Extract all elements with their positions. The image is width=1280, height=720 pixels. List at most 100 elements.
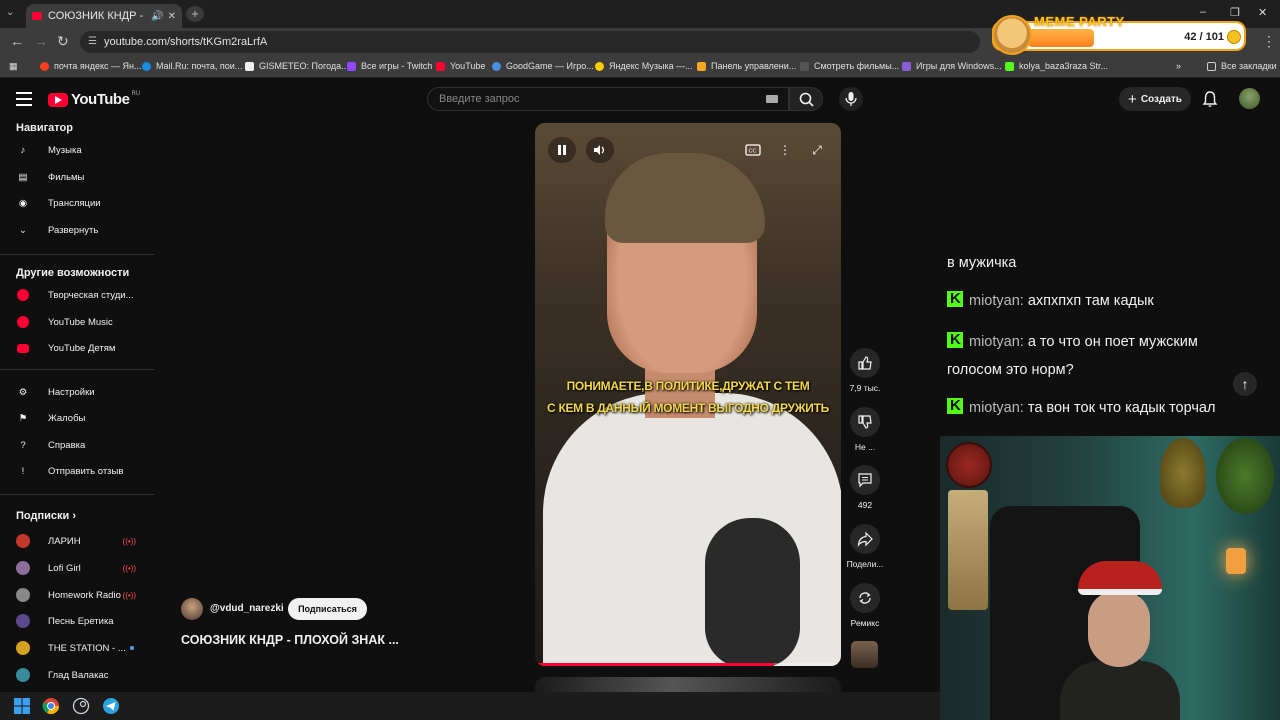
sidebar-item-label: Справка (48, 439, 86, 451)
sidebar-item-settings[interactable]: ⚙ Настройки (16, 379, 154, 405)
maximize-icon[interactable]: ❐ (1230, 6, 1240, 19)
remix-button[interactable]: Ремикс (845, 583, 885, 628)
bookmark-item[interactable]: почта яндекс — Ян... (40, 61, 142, 71)
bookmark-item[interactable]: Игры для Windows... (902, 61, 1002, 71)
pause-button[interactable] (548, 137, 576, 163)
volume-button[interactable] (586, 137, 614, 163)
sidebar-item-label: Музыка (48, 144, 82, 156)
sidebar-item-help[interactable]: ? Справка (16, 432, 154, 458)
channel-avatar[interactable] (181, 598, 203, 620)
sidebar-item-yt-kids[interactable]: YouTube Детям (16, 335, 154, 361)
voice-search-button[interactable] (839, 87, 863, 111)
doge-icon (992, 15, 1032, 55)
sidebar-item-films[interactable]: ▤ Фильмы (16, 164, 154, 190)
browser-tab[interactable]: СОЮЗНИК КНДР - ПЛОХО 🔊 ✕ (26, 4, 182, 28)
browser-menu-icon[interactable]: ⋮ (1262, 33, 1276, 50)
keyboard-icon[interactable] (766, 95, 778, 103)
sidebar-sub-larin[interactable]: ЛАРИН ((•)) (16, 528, 154, 554)
back-icon[interactable]: ← (10, 33, 24, 49)
sidebar-item-expand[interactable]: ⌄ Развернуть (16, 217, 154, 243)
sidebar-item-studio[interactable]: Творческая студи... (16, 282, 154, 308)
youtube-logo[interactable]: YouTube RU (48, 91, 140, 108)
telegram-icon[interactable] (102, 697, 120, 715)
bookmark-item[interactable]: GoodGame — Игро... (492, 61, 594, 71)
sidebar-divider (0, 369, 154, 370)
sidebar-sub-valakas[interactable]: Глад Валакас (16, 662, 154, 688)
yandex-music-icon (595, 61, 604, 71)
help-icon: ? (20, 439, 26, 451)
sidebar-sub-homework[interactable]: Homework Radio ((•)) (16, 582, 154, 608)
music-note-icon: ♪ (20, 144, 26, 156)
channel-name[interactable]: @vdud_narezki (210, 603, 284, 614)
sidebar-sub-heretic[interactable]: Песнь Еретика (16, 608, 154, 634)
bell-icon (1202, 91, 1218, 107)
account-avatar[interactable] (1239, 88, 1260, 109)
sidebar-item-music[interactable]: ♪ Музыка (16, 137, 154, 163)
scroll-icon (948, 490, 988, 610)
all-bookmarks[interactable]: Все закладки (1207, 61, 1277, 71)
bookmark-item[interactable]: YouTube (436, 61, 485, 71)
bookmark-item[interactable]: Панель управлени... (697, 61, 796, 71)
bookmark-label: kolya_baza3raza Str... (1019, 61, 1109, 71)
microphone-icon (845, 92, 857, 106)
subscriptions-heading[interactable]: Подписки › (16, 510, 76, 522)
bookmark-item[interactable]: Яндекс Музыка —... (595, 61, 693, 71)
bookmark-item[interactable]: Смотреть фильмы... (800, 61, 899, 71)
new-tab-button[interactable]: + (186, 6, 204, 22)
audio-icon[interactable]: 🔊 (151, 11, 163, 22)
bookmark-item[interactable]: kolya_baza3raza Str... (1005, 61, 1108, 71)
shorts-video-player[interactable]: ПОНИМАЕТЕ,В ПОЛИТИКЕ,ДРУЖАТ С ТЕМ С КЕМ … (535, 123, 841, 666)
forward-icon[interactable]: → (34, 33, 48, 49)
captions-button[interactable]: CC (739, 137, 767, 163)
bookmark-item[interactable]: Все игры - Twitch (347, 61, 432, 71)
next-short-preview[interactable] (535, 677, 841, 692)
sidebar-item-reports[interactable]: ⚑ Жалобы (16, 405, 154, 431)
tab-search-icon[interactable]: ⌄ (6, 7, 14, 18)
bookmark-item[interactable]: Mail.Ru: почта, пои... (142, 61, 242, 71)
fullscreen-icon[interactable]: ⤢ (803, 137, 831, 163)
minimize-icon[interactable]: – (1200, 6, 1206, 18)
reload-icon[interactable]: ↻ (57, 33, 69, 50)
more-bookmarks-icon[interactable]: » (1176, 61, 1181, 71)
bookmark-item[interactable]: GISMETEO: Погода... (245, 61, 349, 71)
site-info-icon[interactable]: ☰ (88, 31, 97, 53)
webcam-overlay (940, 436, 1280, 720)
video-title[interactable]: СОЮЗНИК КНДР - ПЛОХОЙ ЗНАК ... (181, 633, 399, 647)
svg-text:CC: CC (749, 149, 757, 155)
sidebar-item-broadcasts[interactable]: ◉ Трансляции (16, 190, 154, 216)
notifications-button[interactable] (1202, 90, 1218, 113)
windows-taskbar (0, 692, 940, 720)
lamp-icon (1226, 548, 1246, 574)
sidebar-item-yt-music[interactable]: YouTube Music (16, 309, 154, 335)
close-icon[interactable]: ✕ (168, 11, 176, 22)
like-button[interactable]: 7,9 тыс. (845, 348, 885, 393)
channel-thumbnail[interactable] (851, 641, 878, 668)
sidebar-sub-station[interactable]: THE STATION - ... (16, 635, 154, 661)
chrome-icon[interactable] (42, 697, 60, 715)
search-button[interactable] (789, 87, 823, 111)
subscribe-button[interactable]: Подписаться (288, 598, 367, 620)
windows-start-icon[interactable] (13, 697, 31, 715)
bookmark-label: Все игры - Twitch (361, 61, 433, 71)
steam-icon[interactable] (72, 697, 90, 715)
more-options-icon[interactable]: ⋮ (771, 137, 799, 163)
guide-menu-icon[interactable] (16, 92, 32, 110)
apps-icon[interactable]: ▦ (9, 61, 18, 72)
dislike-button[interactable]: Не ... (845, 407, 885, 452)
meme-party-overlay: MEME PARTY 42 / 101 (992, 14, 1246, 55)
comments-button[interactable]: 492 (845, 465, 885, 510)
share-button[interactable]: Подели... (845, 524, 885, 569)
url-field[interactable]: ☰ youtube.com/shorts/tKGm2raLrfA (80, 31, 980, 53)
arrow-up-icon[interactable]: ↑ (1233, 372, 1257, 396)
close-window-icon[interactable]: ✕ (1258, 6, 1267, 19)
search-input[interactable]: Введите запрос (427, 87, 789, 111)
create-button[interactable]: + Создать (1119, 87, 1191, 111)
bookmark-label: GoodGame — Игро... (506, 61, 594, 71)
chevron-down-icon: ⌄ (19, 224, 27, 236)
thumbs-down-icon (850, 407, 880, 437)
sidebar-item-feedback[interactable]: ! Отправить отзыв (16, 458, 154, 484)
sidebar-item-label: Жалобы (48, 412, 86, 424)
youtube-play-icon (48, 92, 68, 107)
sidebar-sub-lofi[interactable]: Lofi Girl ((•)) (16, 555, 154, 581)
video-progress-bar[interactable] (535, 663, 841, 666)
